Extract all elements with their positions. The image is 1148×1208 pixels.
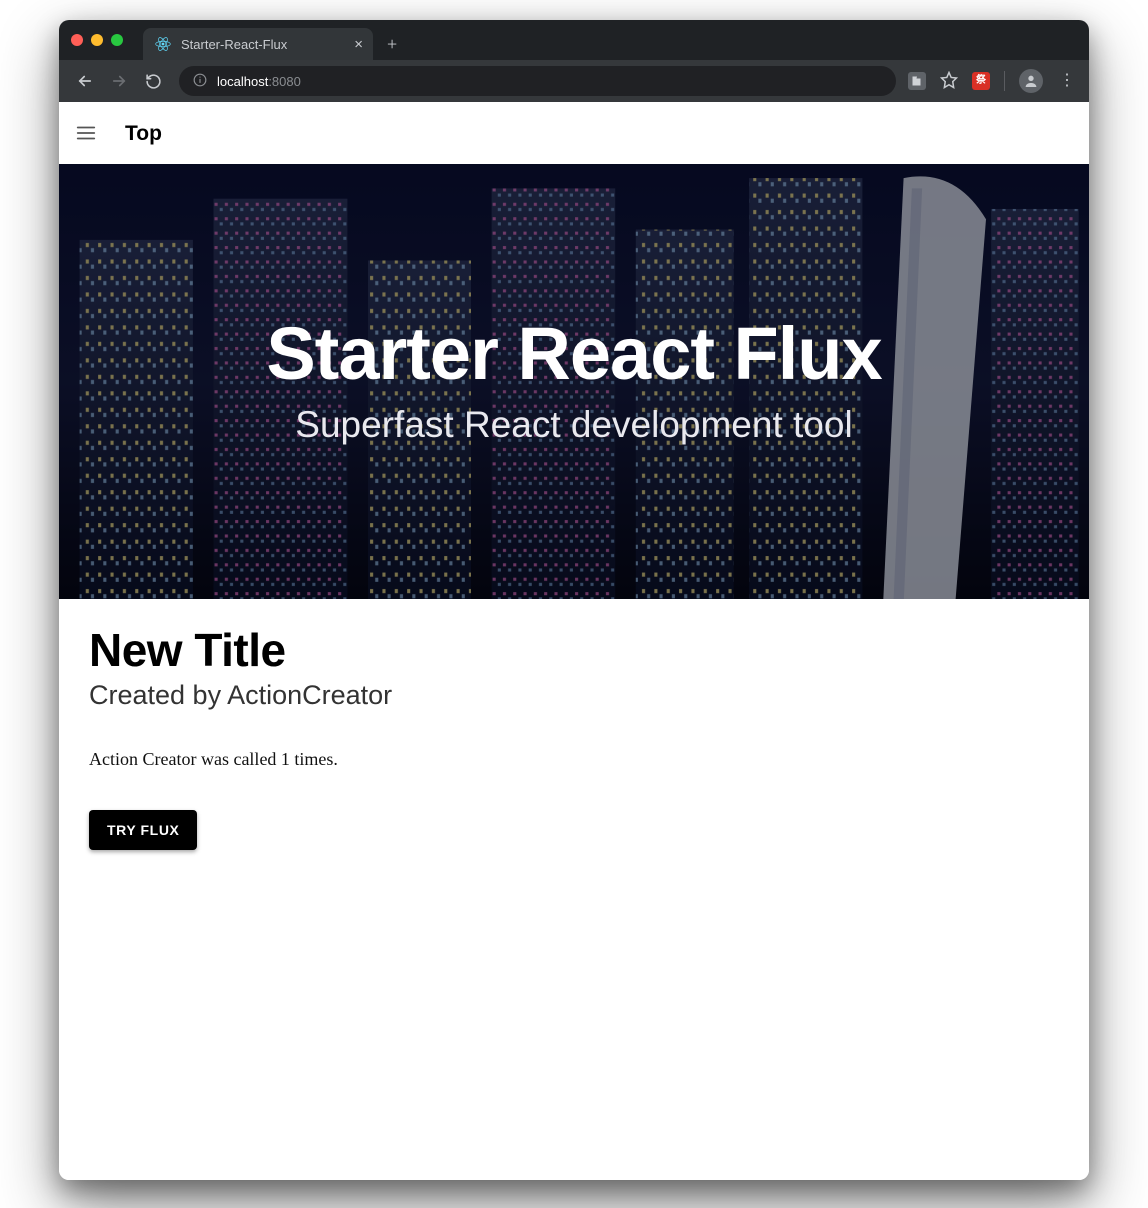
hero-title: Starter React Flux [266,315,881,393]
section-heading: New Title [89,625,1059,676]
browser-menu-icon[interactable]: ⋮ [1057,73,1077,89]
back-button[interactable] [71,67,99,95]
try-flux-button[interactable]: TRY FLUX [89,810,197,850]
tab-strip: Starter-React-Flux × + [59,20,1089,60]
tab-close-icon[interactable]: × [354,37,363,52]
browser-toolbar: localhost:8080 祭 ⋮ [59,60,1089,102]
window-zoom-button[interactable] [111,34,123,46]
appbar-title: Top [125,123,162,144]
site-info-icon[interactable] [193,73,207,89]
react-icon [155,36,171,52]
toolbar-right: 祭 ⋮ [908,69,1077,93]
forward-button[interactable] [105,67,133,95]
menu-icon[interactable] [75,122,97,144]
bookmark-icon[interactable] [940,71,958,91]
page-viewport: Top [59,102,1089,1180]
toolbar-divider [1004,71,1005,91]
browser-tab[interactable]: Starter-React-Flux × [143,28,373,60]
extension-icon[interactable]: 祭 [972,72,990,90]
section-subheading: Created by ActionCreator [89,678,1059,713]
url-port: :8080 [268,74,301,89]
profile-avatar-icon[interactable] [1019,69,1043,93]
hero-section: Starter React Flux Superfast React devel… [59,164,1089,599]
window-close-button[interactable] [71,34,83,46]
app-bar: Top [59,102,1089,164]
new-tab-button[interactable]: + [373,28,411,60]
hero-subtitle: Superfast React development tool [266,403,881,447]
content-section: New Title Created by ActionCreator Actio… [59,599,1089,876]
tab-title: Starter-React-Flux [181,38,344,51]
window-controls [71,20,123,60]
address-bar[interactable]: localhost:8080 [179,66,896,96]
reload-button[interactable] [139,67,167,95]
translate-extension-icon[interactable] [908,72,926,90]
window-minimize-button[interactable] [91,34,103,46]
url-text: localhost:8080 [217,75,301,88]
browser-window: Starter-React-Flux × + localhost:8080 [59,20,1089,1180]
url-host: localhost [217,74,268,89]
section-body: Action Creator was called 1 times. [89,747,1059,772]
